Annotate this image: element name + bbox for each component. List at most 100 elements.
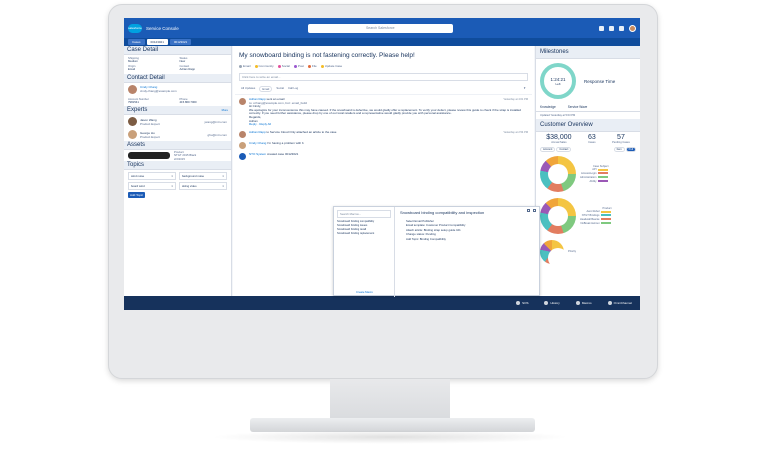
tab-knowledge[interactable]: Knowledge [540, 105, 556, 109]
tab-case-primary[interactable]: 00123021 [146, 39, 168, 45]
filter-social[interactable]: Social [276, 86, 284, 92]
utility-omnichannel[interactable]: OmniChannel [607, 301, 632, 305]
segment-item[interactable]: Item [613, 147, 625, 152]
experts-heading: Experts More [124, 106, 231, 116]
segment-account[interactable]: Account [540, 147, 556, 152]
metric-annual-sales: $38,000 Annual Sales [546, 134, 572, 144]
expert-avatar [128, 130, 137, 140]
milestones-heading: Milestones [536, 46, 640, 59]
topics-heading: Topics [124, 161, 231, 171]
topic-pill[interactable]: background noise × [179, 172, 227, 181]
gear-icon[interactable] [619, 25, 624, 31]
filter-email[interactable]: Email [259, 86, 273, 92]
email-composer-input[interactable]: Click here to write an email... [239, 73, 528, 81]
topic-pill[interactable]: skiing video × [179, 182, 227, 191]
app-title: Service Console [146, 25, 179, 31]
system-avatar [239, 152, 246, 160]
reply-all-link[interactable]: Reply All [259, 122, 271, 126]
publisher-tab-social[interactable]: Social [277, 64, 290, 68]
segment-pull[interactable]: Pull [625, 147, 636, 152]
contact-field: Account Number 7981541 [128, 96, 149, 105]
macros-panel: Search Macros... Snowboard binding compa… [333, 206, 540, 297]
tab-case-secondary[interactable]: 00123021 [169, 39, 192, 45]
feed-item: Cindy Chang I'm having a problem with b [239, 141, 528, 149]
segment-contact[interactable]: Contact [556, 147, 572, 152]
topic-pill[interactable]: board wind × [128, 182, 176, 191]
publisher-tabs: Email Community Social Post File Update … [233, 62, 534, 70]
filter-call-log[interactable]: Call Log [288, 86, 298, 92]
publisher-tab-community[interactable]: Community [254, 64, 274, 68]
help-icon[interactable] [609, 25, 614, 31]
close-icon: × [222, 174, 224, 179]
milestone-label: Response Time [584, 78, 616, 84]
case-subject-donut [540, 156, 576, 192]
expert-card[interactable]: George Hu Product Expert ghu@mtn.com [124, 128, 231, 141]
publisher-tab-update-case[interactable]: Update Case [320, 64, 342, 68]
expert-avatar [128, 117, 137, 127]
utility-history[interactable]: History [544, 301, 560, 305]
utility-bar: SOS History Macros OmniChannel [124, 296, 640, 310]
user-avatar[interactable] [629, 24, 636, 32]
utility-macros[interactable]: Macros [575, 301, 592, 305]
expert-card[interactable]: Jason Wang Product Expert jwang@mtn.com [124, 115, 231, 128]
feed-item: NTO System created case 00123021 [239, 152, 528, 160]
monitor-neck [330, 379, 450, 421]
knowledge-note: Updated Yesterday at 5:03 PM [540, 114, 576, 117]
history-icon [544, 301, 549, 305]
macros-icon [575, 301, 580, 305]
tab-service-wave[interactable]: Service Wave [568, 105, 588, 109]
global-header: salesforce Service Console Search Salesf… [124, 18, 640, 38]
product-legend: Product Aero Rebel NTGT Bindings Headwal… [580, 206, 612, 225]
case-field: Shipping Medium [128, 56, 139, 64]
create-macro-link[interactable]: Create Macro [334, 290, 395, 294]
priority-donut [540, 240, 568, 268]
tab-cases[interactable]: Cases [128, 39, 145, 45]
add-topic-button[interactable]: Add Topic [128, 192, 146, 199]
knowledge-tabs: Knowledge Service Wave [536, 103, 640, 112]
author-avatar [239, 141, 246, 149]
contact-card[interactable]: Cindy Chang cindy.chang@example.com [124, 83, 231, 96]
sos-icon [516, 301, 521, 305]
global-search-input[interactable]: Search Salesforce [307, 23, 453, 33]
priority-legend: Priority [568, 250, 577, 254]
metric-pending-cases: 57 Pending Cases [612, 134, 630, 144]
workspace-tabs: Cases 00123021 00123021 [124, 38, 640, 46]
macro-item[interactable]: Snowboard binding replacement [337, 232, 391, 236]
close-icon: × [222, 184, 224, 189]
case-subject: My snowboard binding is not fastening co… [239, 52, 415, 59]
macro-search-input[interactable]: Search Macros... [337, 210, 391, 218]
publisher-tab-email[interactable]: Email [239, 64, 251, 68]
asset-item[interactable]: Product NTGT 2015 Black 2/2/2015 [124, 150, 231, 161]
omnichannel-icon [607, 301, 612, 305]
expand-icon[interactable] [533, 209, 536, 212]
utility-sos[interactable]: SOS [516, 301, 528, 305]
reply-link[interactable]: Reply [249, 122, 257, 126]
case-detail-heading: Case Detail [124, 46, 231, 55]
contact-email: cindy.chang@example.com [140, 89, 177, 94]
grid-icon[interactable] [599, 25, 604, 31]
contact-field: Phone 415.800.7000 [179, 96, 197, 105]
feed-filters: All Updates Email Social Call Log ▼ [235, 84, 532, 95]
case-field: Contact Adrian Rapp [179, 63, 196, 72]
metric-cases: 63 Cases [587, 134, 596, 144]
contact-avatar [128, 84, 137, 94]
filter-icon[interactable]: ▼ [523, 86, 526, 92]
monitor-shadow [210, 430, 570, 444]
author-avatar [239, 130, 246, 138]
filter-all-updates[interactable]: All Updates [241, 86, 255, 92]
feed-item: Yesterday at 4:01 PM Adrian Rapp sent an… [239, 97, 528, 127]
experts-more-link[interactable]: More [222, 108, 228, 112]
minimize-icon[interactable] [527, 209, 530, 212]
topic-pill[interactable]: wind noise × [128, 172, 176, 181]
case-subject-legend: Case Subject API Access/Login Administra… [580, 164, 609, 183]
close-icon: × [171, 174, 173, 179]
salesforce-logo: salesforce [128, 23, 142, 33]
email-body: We apologize for your inconvenience this… [249, 107, 521, 116]
left-sidebar: Case Detail Shipping Medium Status New Ori… [124, 46, 232, 310]
close-icon: × [171, 184, 173, 189]
publisher-tab-post[interactable]: Post [293, 64, 304, 68]
customer-overview-heading: Customer Overview [536, 119, 640, 132]
milestone-timer: 1:24:21 Left [540, 63, 576, 99]
feed-item: Yesterday at 2:54 PM Adrian Rapp to Servi… [239, 130, 528, 138]
publisher-tab-file[interactable]: File [307, 64, 317, 68]
